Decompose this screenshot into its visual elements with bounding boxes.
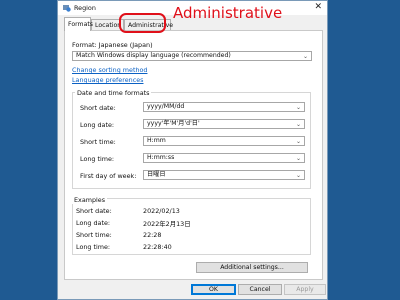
example-long-date-label: Long date: [76,219,111,227]
first-day-of-week-label: First day of week: [80,172,137,180]
chevron-down-icon: ⌄ [302,53,308,60]
format-dropdown-value: Match Windows display language (recommen… [76,52,231,59]
short-date-label: Short date: [80,104,116,112]
tab-formats[interactable]: Formats [64,17,93,31]
date-time-formats-group: Date and time formats Short date: yyyy/M… [72,89,311,189]
long-time-dropdown[interactable]: H:mm:ss ⌄ [143,153,305,163]
first-day-of-week-dropdown[interactable]: 日曜日 ⌄ [143,170,305,180]
format-label: Format: Japanese (Japan) [72,41,153,49]
chevron-down-icon: ⌄ [295,138,301,145]
chevron-down-icon: ⌄ [295,121,301,128]
long-date-label: Long date: [80,121,115,129]
examples-group: Examples Short date: 2022/02/13 Long dat… [72,196,311,255]
short-time-label: Short time: [80,138,116,146]
chevron-down-icon: ⌄ [295,104,301,111]
example-long-time-label: Long time: [76,243,111,251]
example-short-time-label: Short time: [76,231,112,239]
chevron-down-icon: ⌄ [295,155,301,162]
region-globe-icon [63,5,71,12]
long-time-value: H:mm:ss [147,154,175,161]
long-date-value: yyyy'年'M'月'd'日' [147,120,200,127]
annotation-highlight-ring [119,13,166,33]
example-short-time-value: 22:28 [143,231,162,239]
example-long-time-value: 22:28:40 [143,243,172,251]
short-date-dropdown[interactable]: yyyy/MM/dd ⌄ [143,102,305,112]
annotation-label: Administrative [173,4,283,22]
example-short-date-value: 2022/02/13 [143,207,180,215]
short-time-value: H:mm [147,137,166,144]
ok-button[interactable]: OK [191,284,236,295]
region-dialog: Region ✕ Formats Location Administrative… [57,0,328,300]
long-time-label: Long time: [80,155,115,163]
close-icon[interactable]: ✕ [314,2,322,12]
cancel-button[interactable]: Cancel [238,284,282,295]
short-date-value: yyyy/MM/dd [147,103,185,110]
example-short-date-label: Short date: [76,207,112,215]
window-title: Region [74,4,96,12]
short-time-dropdown[interactable]: H:mm ⌄ [143,136,305,146]
language-preferences-link[interactable]: Language preferences [72,76,143,84]
additional-settings-button[interactable]: Additional settings... [196,262,308,273]
chevron-down-icon: ⌄ [295,172,301,179]
examples-group-title: Examples [72,196,108,204]
apply-button[interactable]: Apply [284,284,326,295]
formats-panel: Format: Japanese (Japan) Match Windows d… [64,30,323,280]
date-time-group-title: Date and time formats [75,89,152,97]
format-dropdown[interactable]: Match Windows display language (recommen… [72,51,312,61]
example-long-date-value: 2022年2月13日 [143,220,191,228]
long-date-dropdown[interactable]: yyyy'年'M'月'd'日' ⌄ [143,119,305,129]
first-day-of-week-value: 日曜日 [147,171,166,178]
change-sorting-link[interactable]: Change sorting method [72,66,147,74]
